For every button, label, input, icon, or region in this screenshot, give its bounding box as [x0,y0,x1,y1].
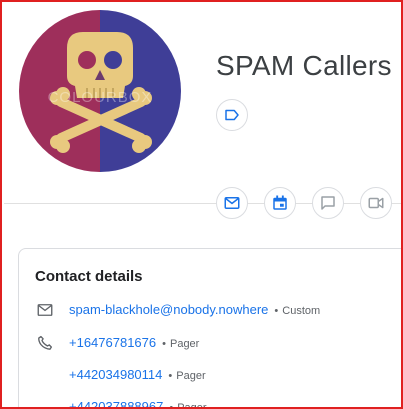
chat-button[interactable] [312,187,344,219]
contact-avatar: COLOURBOX [19,10,181,172]
send-email-button[interactable] [216,187,248,219]
card-title: Contact details [35,268,143,285]
separator: • [274,305,279,317]
email-type: Custom [282,305,321,317]
watermark-text: COLOURBOX [48,89,153,106]
phone-link[interactable]: +442034980114 [69,367,162,382]
contact-details-card: Contact details spam-blackhole@nobody.no… [18,248,401,409]
video-icon [368,197,384,209]
phone-type: Pager [176,370,206,382]
email-row-icon [35,300,55,320]
phone-link[interactable]: +16476781676 [69,335,156,350]
phone-type: Pager [177,402,207,409]
calendar-icon [273,195,287,210]
phone-link[interactable]: +442037888967 [69,399,163,407]
phone-row-icon [35,333,55,353]
phone-type: Pager [169,338,200,350]
separator: • [169,402,174,409]
separator: • [168,370,173,382]
phone-icon [38,335,53,350]
separator: • [162,338,166,350]
email-link[interactable]: spam-blackhole@nobody.nowhere [69,302,268,317]
add-label-button[interactable] [216,99,248,131]
schedule-event-button[interactable] [264,187,296,219]
mail-outline-icon [37,304,53,316]
video-call-button[interactable] [360,187,392,219]
skull-crossbones-icon: COLOURBOX [19,10,181,172]
label-icon [225,109,239,121]
mail-icon [224,197,240,209]
chat-icon [321,196,335,210]
contact-page: COLOURBOX SPAM Callers Contact details s… [0,0,403,409]
contact-name: SPAM Callers [216,50,392,81]
